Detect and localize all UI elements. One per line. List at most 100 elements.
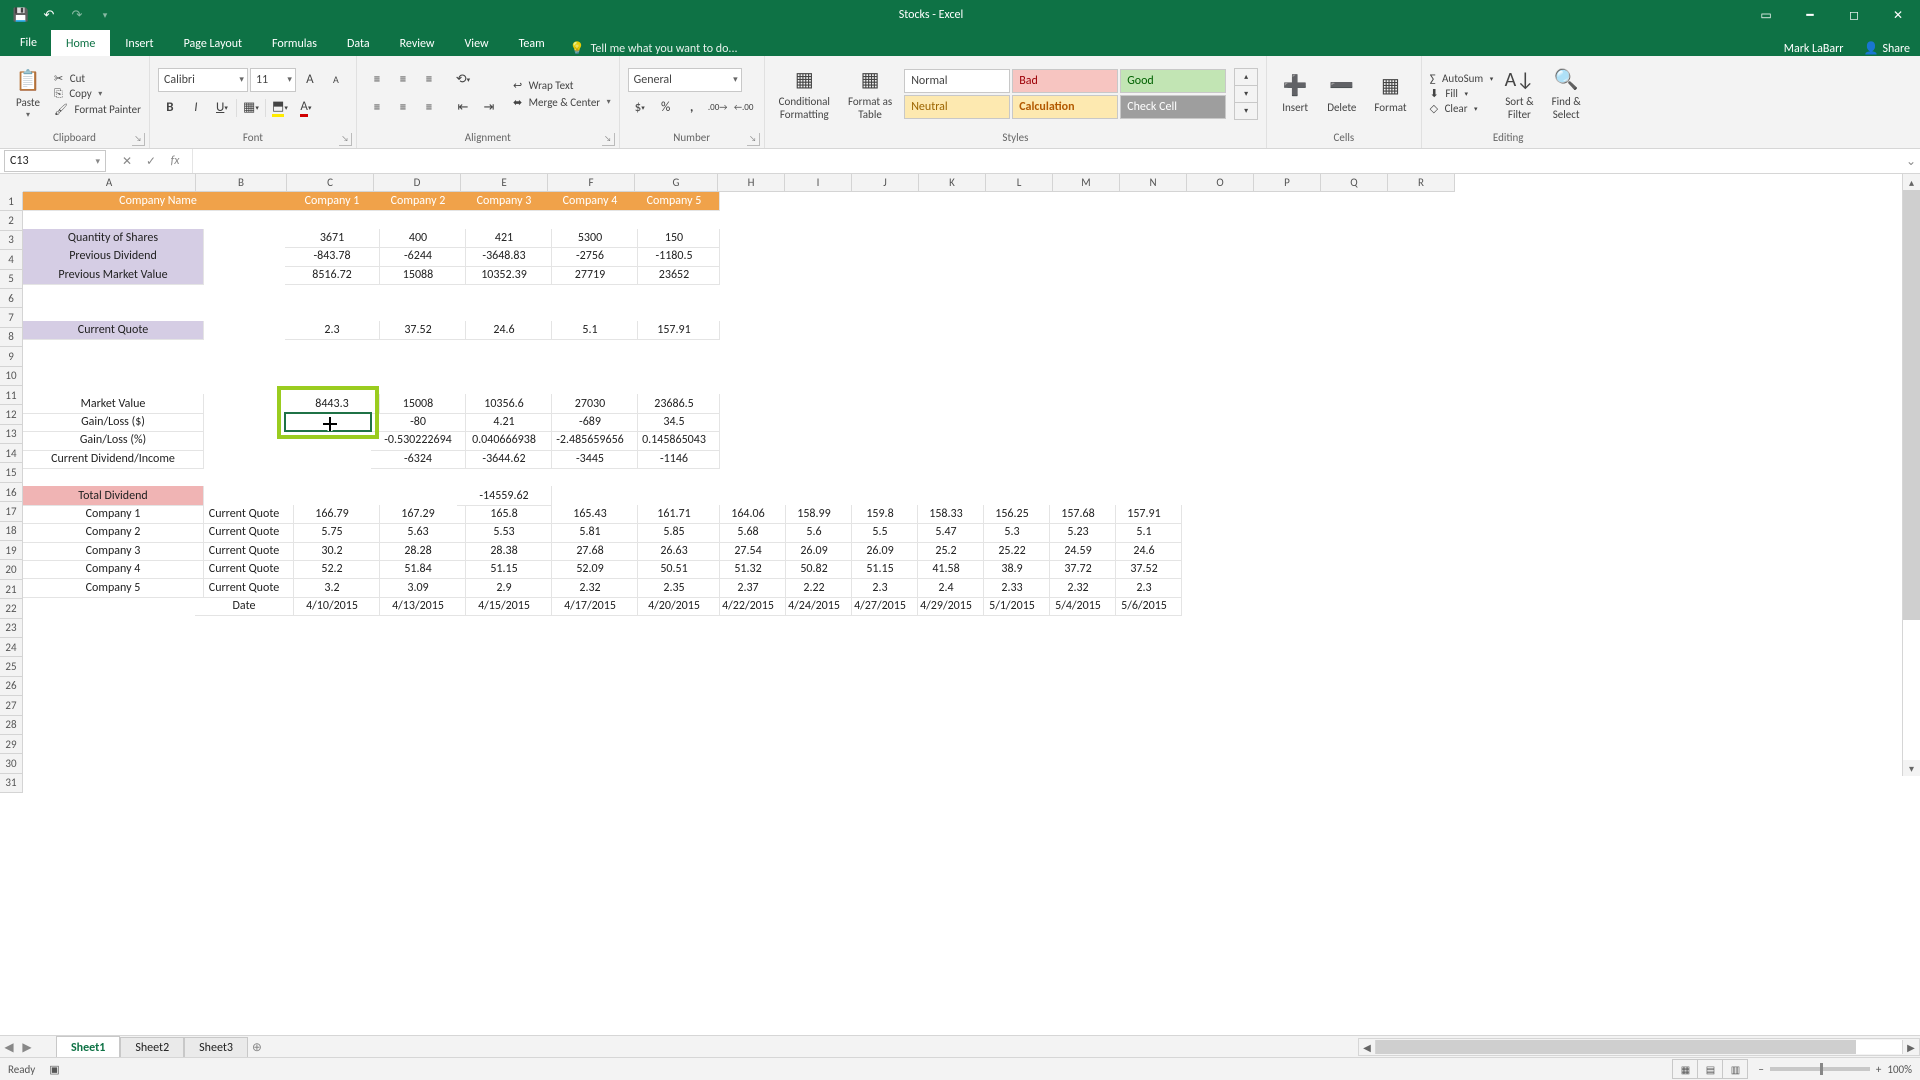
fill-button[interactable]: ⬇ Fill ▾ [1430,87,1494,100]
cell[interactable]: Current Quote [195,523,294,542]
cell[interactable]: 5.1 [543,321,638,340]
cell[interactable]: Company 4 [543,192,638,211]
cell[interactable]: -14559.62 [457,486,552,505]
row-header[interactable]: 26 [0,677,23,696]
row-header[interactable]: 5 [0,270,23,289]
row-header[interactable]: 18 [0,522,23,541]
cell[interactable]: Current Quote [195,542,294,561]
cell[interactable]: -843.78 [285,247,380,266]
cell[interactable]: Company 2 [23,523,204,542]
delete-cells-button[interactable]: ➖Delete [1321,70,1362,116]
cell[interactable]: 28.28 [371,542,466,561]
cell[interactable]: 157.91 [1107,505,1182,524]
redo-icon[interactable]: ↷ [64,2,90,28]
vertical-scrollbar[interactable]: ▴ ▾ [1902,174,1920,776]
zoom-out-icon[interactable]: − [1758,1063,1763,1076]
normal-view-icon[interactable]: ▦ [1672,1059,1698,1079]
cell[interactable]: 5.3 [975,523,1050,542]
column-header[interactable]: K [919,174,986,192]
row-header[interactable]: 20 [0,560,23,579]
decrease-decimal-icon[interactable]: ←.00 [732,96,756,120]
tab-formulas[interactable]: Formulas [257,30,332,56]
cancel-formula-icon[interactable]: ✕ [116,154,138,169]
zoom-value[interactable]: 100% [1887,1063,1912,1076]
cell[interactable]: 5.81 [543,523,638,542]
conditional-formatting-button[interactable]: ▦Conditional Formatting [773,64,836,122]
cell[interactable]: 23652 [629,266,720,285]
cell[interactable]: 5/4/2015 [1041,597,1116,616]
cell[interactable]: -80 [371,413,466,432]
paste-button[interactable]: 📋 Paste ▾ [8,65,48,122]
column-header[interactable]: M [1053,174,1120,192]
cell[interactable]: 5.75 [285,523,380,542]
cell[interactable]: 157.91 [629,321,720,340]
bold-button[interactable]: B [158,96,182,120]
cell[interactable]: 3.09 [371,578,466,597]
cell[interactable]: 5.23 [1041,523,1116,542]
worksheet-grid[interactable]: ABCDEFGHIJKLMNOPQR 123456789101112131415… [0,174,1920,776]
percent-format-icon[interactable]: % [654,96,678,120]
page-break-view-icon[interactable]: ▥ [1722,1059,1748,1079]
scroll-up-icon[interactable]: ▴ [1903,174,1920,190]
cell[interactable]: 28.38 [457,542,552,561]
fill-color-button[interactable]: ⬒▾ [268,96,292,120]
select-all-corner[interactable] [0,174,24,193]
format-as-table-button[interactable]: ▦Format as Table [842,64,898,122]
gallery-up-icon[interactable]: ▴ [1235,69,1257,86]
minimize-icon[interactable]: ━ [1788,0,1832,30]
cell[interactable]: 2.22 [777,578,852,597]
cell[interactable]: 150 [629,229,720,248]
column-header[interactable]: B [196,174,287,192]
sheet-tab[interactable]: Sheet2 [120,1037,184,1059]
style-check-cell[interactable]: Check Cell [1120,95,1226,119]
cell[interactable]: -0.530222694 [371,431,466,450]
formula-input[interactable] [193,149,1902,173]
gallery-down-icon[interactable]: ▾ [1235,86,1257,103]
style-neutral[interactable]: Neutral [904,95,1010,119]
cell[interactable]: 23686.5 [629,394,720,413]
cell[interactable]: 26.09 [777,542,852,561]
cell[interactable]: 2.32 [1041,578,1116,597]
cell[interactable]: 4/10/2015 [285,597,380,616]
format-cells-button[interactable]: ▦Format [1368,70,1412,116]
cell[interactable]: 30.2 [285,542,380,561]
cell[interactable]: 156.25 [975,505,1050,524]
decrease-indent-icon[interactable]: ⇤ [451,96,475,120]
comma-format-icon[interactable]: , [680,96,704,120]
increase-indent-icon[interactable]: ⇥ [477,96,501,120]
cell[interactable]: -689 [543,413,638,432]
row-header[interactable]: 11 [0,386,23,405]
cell[interactable]: 4/15/2015 [457,597,552,616]
cell[interactable]: 4.21 [457,413,552,432]
row-header[interactable]: 6 [0,289,23,308]
cell[interactable]: Previous Market Value [23,266,204,285]
row-header[interactable]: 24 [0,638,23,657]
scroll-down-icon[interactable]: ▾ [1903,760,1920,776]
cell[interactable]: -2756 [543,247,638,266]
cell[interactable]: 25.2 [909,542,984,561]
align-top-icon[interactable]: ≡ [365,68,389,92]
insert-cells-button[interactable]: ➕Insert [1275,70,1315,116]
undo-icon[interactable]: ↶ [36,2,62,28]
column-header[interactable]: C [287,174,374,192]
font-name-combo[interactable]: Calibri▾ [158,68,248,92]
row-header[interactable]: 31 [0,774,23,793]
cell[interactable]: 34.5 [629,413,720,432]
shrink-font-icon[interactable]: A [324,68,348,92]
cell[interactable]: 26.63 [629,542,720,561]
tab-page-layout[interactable]: Page Layout [169,30,257,56]
cell[interactable]: 158.33 [909,505,984,524]
cell[interactable]: 27.54 [711,542,786,561]
ribbon-display-icon[interactable]: ▭ [1744,0,1788,30]
copy-button[interactable]: ⎘ Copy ▾ [54,87,141,101]
cell[interactable]: 5.1 [1107,523,1182,542]
tab-insert[interactable]: Insert [110,30,168,56]
cell[interactable]: 5/6/2015 [1107,597,1182,616]
row-headers[interactable]: 1234567891011121314151617181920212223242… [0,192,23,793]
style-calculation[interactable]: Calculation [1012,95,1118,119]
row-header[interactable]: 3 [0,231,23,250]
clear-button[interactable]: ◇ Clear ▾ [1430,102,1494,115]
cell[interactable]: 10356.6 [457,394,552,413]
cell[interactable]: 25.22 [975,542,1050,561]
tab-view[interactable]: View [450,30,504,56]
